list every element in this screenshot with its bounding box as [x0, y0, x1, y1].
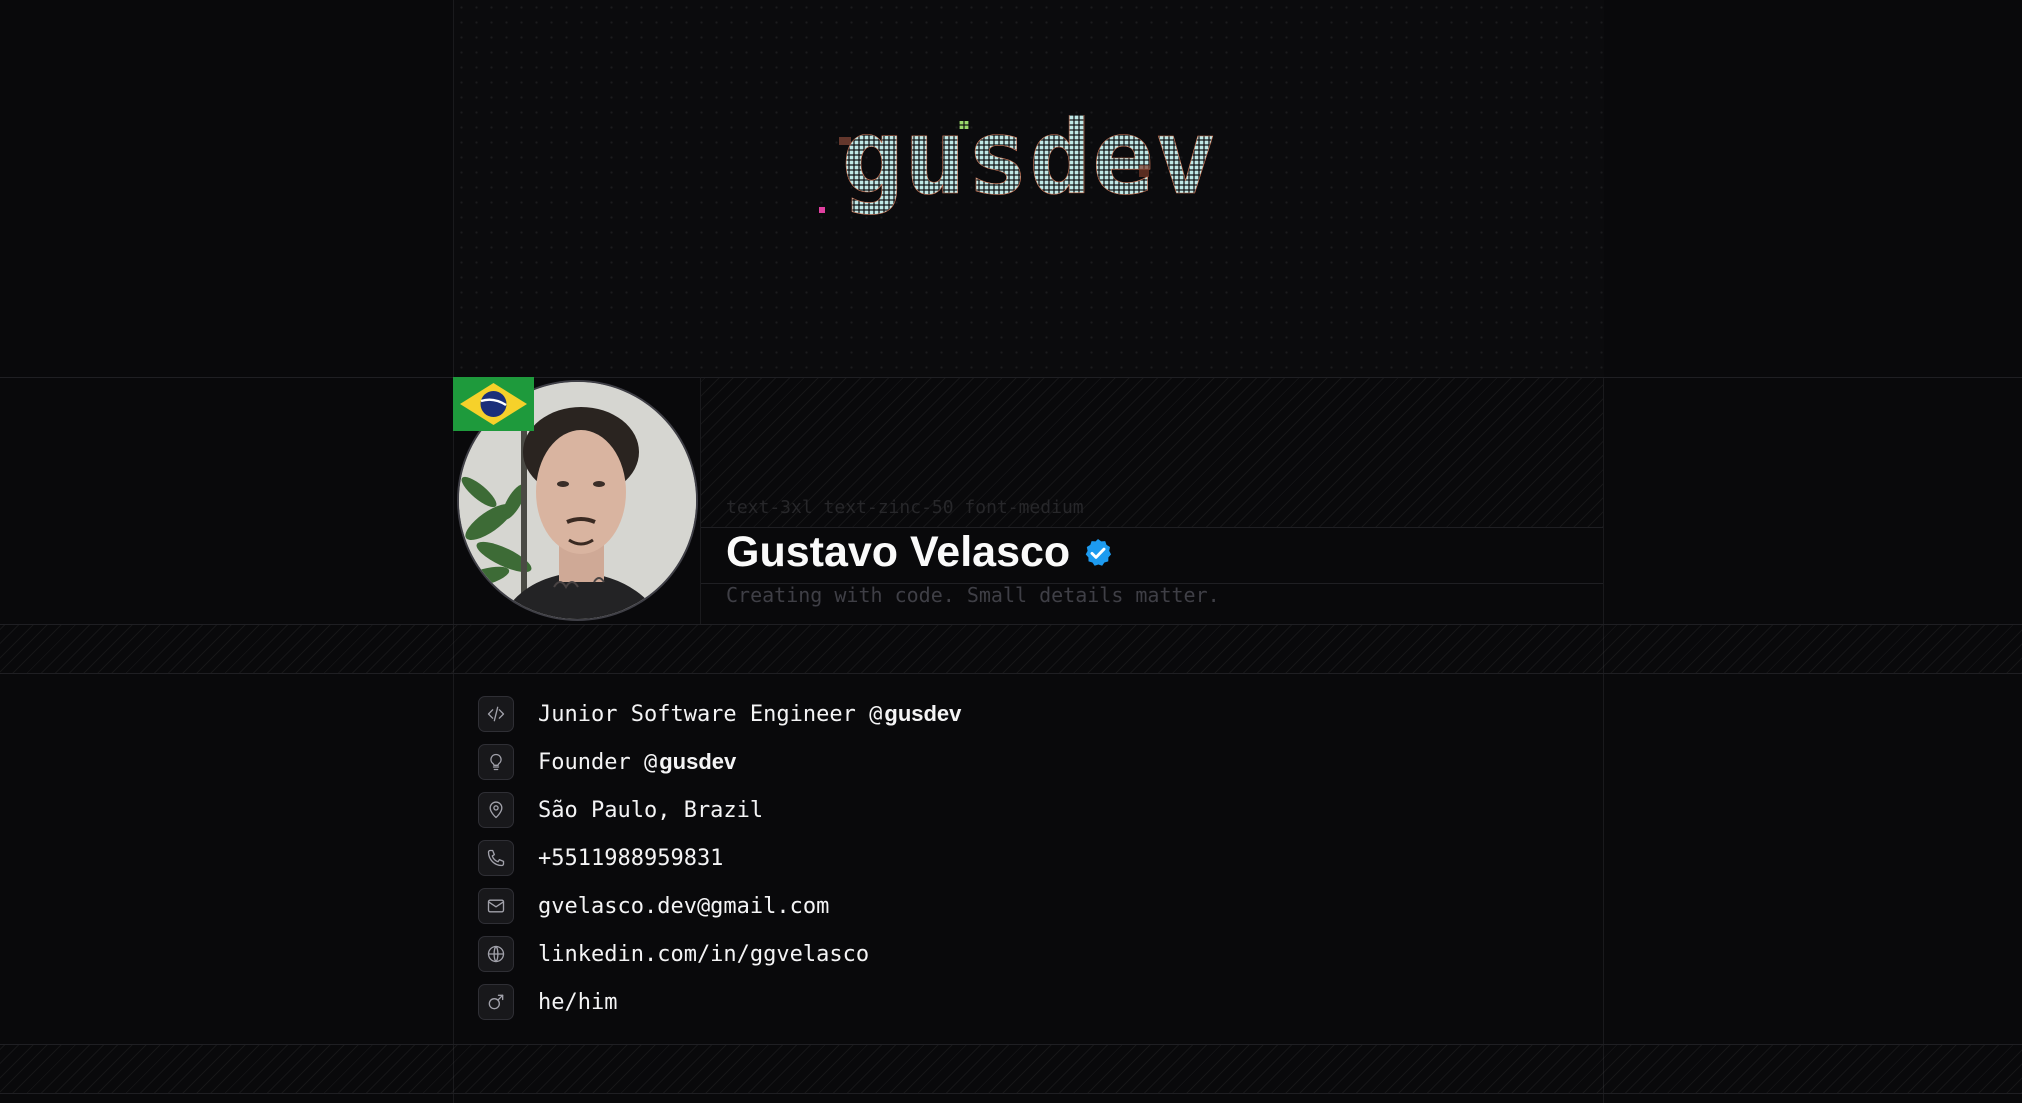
phone-link[interactable]: +5511988959831 [538, 846, 723, 871]
founder-company-link[interactable]: gusdev [659, 749, 736, 775]
gusdev-logo: gusdev [819, 115, 1217, 218]
location-text: São Paulo, Brazil [538, 797, 764, 823]
info-list: Junior Software Engineer @ gusdev Founde… [478, 696, 961, 1020]
logo-text: gusdev [841, 115, 1217, 218]
mail-icon [478, 888, 514, 924]
glitch-pixel [959, 121, 969, 129]
founder-text: Founder @ [538, 749, 658, 775]
code-icon [478, 696, 514, 732]
info-item-location: São Paulo, Brazil [478, 792, 961, 828]
phone-icon [478, 840, 514, 876]
profile-page: gusdev text-3xl text-zinc-50 font-medium… [0, 0, 2022, 1103]
glitch-pixel [839, 137, 851, 145]
glitch-pixel [819, 207, 825, 213]
globe-icon [478, 936, 514, 972]
website-link[interactable]: linkedin.com/in/ggvelasco [538, 942, 869, 967]
info-item-website: linkedin.com/in/ggvelasco [478, 936, 961, 972]
verified-badge-icon [1085, 538, 1112, 566]
hatch-divider [0, 1045, 2022, 1093]
hatch-divider [0, 625, 2022, 673]
lightbulb-icon [478, 744, 514, 780]
grid-line [0, 673, 2022, 674]
pronouns-text: he/him [538, 989, 618, 1015]
glitch-pixel [1139, 165, 1149, 177]
name-row: Gustavo Velasco [726, 528, 1114, 577]
banner: gusdev [454, 0, 1604, 377]
grid-line [0, 1093, 2022, 1094]
info-item-pronouns: he/him [478, 984, 961, 1020]
email-link[interactable]: gvelasco.dev@gmail.com [538, 894, 829, 919]
class-hint-text: text-3xl text-zinc-50 font-medium [726, 497, 1084, 518]
job-company-link[interactable]: gusdev [884, 701, 961, 727]
info-item-founder: Founder @ gusdev [478, 744, 961, 780]
brazil-flag-icon [453, 377, 534, 431]
job-text: Junior Software Engineer @ [538, 701, 883, 727]
grid-line [700, 377, 701, 624]
info-item-phone: +5511988959831 [478, 840, 961, 876]
profile-tagline: Creating with code. Small details matter… [726, 583, 1220, 607]
profile-name: Gustavo Velasco [726, 528, 1071, 576]
info-item-email: gvelasco.dev@gmail.com [478, 888, 961, 924]
mars-icon [478, 984, 514, 1020]
info-item-job: Junior Software Engineer @ gusdev [478, 696, 961, 732]
map-pin-icon [478, 792, 514, 828]
